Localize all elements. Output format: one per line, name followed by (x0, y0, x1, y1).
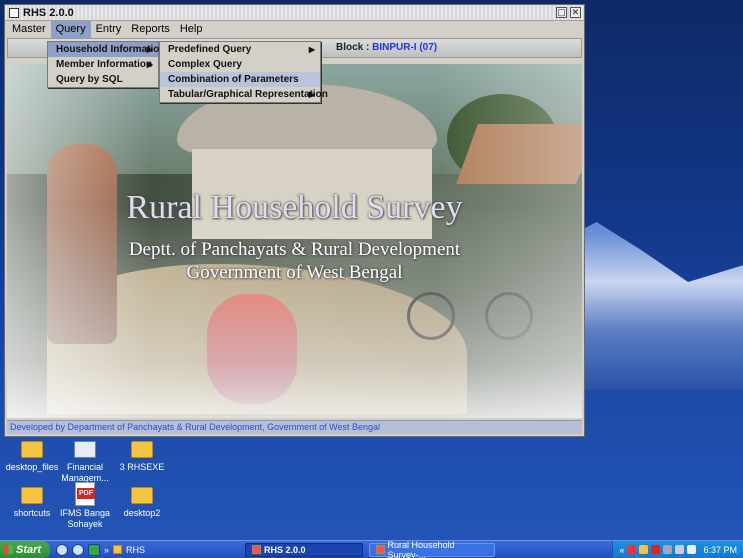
menu-item-label: Combination of Parameters (168, 74, 299, 85)
task-label: Rural Household Survey-... (387, 539, 455, 558)
desktop-icon-3-rhsexe[interactable]: 3 RHSEXE (112, 441, 172, 473)
desktop-icon-desktop2[interactable]: desktop2 (112, 487, 172, 519)
menu-item-label: Query by SQL (56, 74, 123, 85)
tray-icon[interactable] (639, 545, 649, 554)
quick-launch: » RHS (56, 543, 145, 556)
title-bar[interactable]: RHS 2.0.0 ▢ ✕ (5, 5, 584, 21)
menu-reports[interactable]: Reports (126, 21, 175, 38)
task-label: RHS 2.0.0 (264, 544, 306, 555)
menu-item-label: Predefined Query (168, 44, 252, 55)
submenu-arrow-icon: ▶ (146, 60, 153, 69)
volume-icon[interactable] (687, 545, 697, 554)
menu-item-label: Tabular/Graphical Representation (168, 89, 328, 100)
splash-dept: Deptt. of Panchayats & Rural Development (128, 239, 461, 260)
tray-icon[interactable] (663, 545, 673, 554)
splash-image: Rural Household Survey Deptt. of Panchay… (7, 64, 582, 418)
menu-item-complex-query[interactable]: Complex Query (160, 57, 320, 72)
network-icon[interactable] (675, 545, 685, 554)
menu-query[interactable]: Query (50, 21, 91, 38)
block-info: Block : BINPUR-I (07) (336, 42, 437, 53)
menu-item-predefined-query[interactable]: Predefined Query ▶ (160, 42, 320, 57)
menu-item-member-information[interactable]: Member Information ▶ (48, 57, 158, 72)
folder-icon (21, 487, 43, 504)
desktop-icon-label: shortcuts (13, 508, 51, 518)
tray-icon[interactable] (627, 545, 637, 554)
desktop-icon-label: 3 RHSEXE (119, 462, 165, 472)
desktop-icon-ifms-banga-sohayek[interactable]: IFMS Banga Sohayek (55, 482, 115, 530)
system-tray: « 6:37 PM (612, 540, 743, 558)
java-icon (252, 545, 262, 554)
menu-item-household-information[interactable]: Household Information ▶ (48, 42, 165, 57)
desktop-icon-label: desktop_files (5, 462, 59, 472)
submenu-arrow-icon: ▶ (308, 45, 315, 54)
chevron-right-icon[interactable]: » (104, 545, 109, 555)
desktop-icon-shortcuts[interactable]: shortcuts (2, 487, 62, 519)
window-title: RHS 2.0.0 (23, 6, 74, 19)
clock[interactable]: 6:37 PM (703, 545, 737, 555)
desktop-icon-label: IFMS Banga Sohayek (59, 508, 111, 529)
desktop-icon-label: Financial Managem... (61, 462, 109, 483)
close-icon[interactable]: ✕ (570, 7, 581, 18)
ie-icon[interactable] (56, 543, 68, 556)
menu-help[interactable]: Help (175, 21, 208, 38)
submenu-arrow-icon: ▶ (146, 45, 153, 54)
menu-item-combination-of-parameters[interactable]: Combination of Parameters (160, 72, 320, 87)
windows-flag-icon (4, 545, 13, 554)
menu-bar: Master Query Entry Reports Help (5, 21, 584, 38)
quicklaunch-folder-label[interactable]: RHS (126, 545, 145, 555)
taskbar-item-rural-household-survey[interactable]: Rural Household Survey-... (369, 539, 496, 558)
folder-icon (131, 441, 153, 458)
menu-item-tabular-graphical[interactable]: Tabular/Graphical Representation ▶ (160, 87, 328, 102)
status-text: Developed by Department of Panchayats & … (10, 422, 381, 432)
folder-icon (21, 441, 43, 458)
tray-icon[interactable] (651, 545, 661, 554)
start-label: Start (16, 543, 42, 556)
menu-master[interactable]: Master (7, 21, 51, 38)
menu-item-query-by-sql[interactable]: Query by SQL (48, 72, 158, 87)
java-icon (376, 545, 385, 554)
start-button[interactable]: Start (0, 540, 50, 558)
block-value: BINPUR-I (07) (372, 42, 438, 53)
query-menu-dropdown: Household Information ▶ Member Informati… (47, 41, 165, 88)
splash-title: Rural Household Survey (126, 189, 463, 226)
household-submenu: Predefined Query ▶ Complex Query Combina… (159, 41, 328, 103)
taskbar-item-rhs[interactable]: RHS 2.0.0 (245, 542, 364, 557)
desktop-icon-desktop-files[interactable]: desktop_files (2, 441, 62, 473)
restore-icon[interactable]: ▢ (556, 7, 567, 18)
submenu-arrow-icon: ▶ (308, 90, 315, 99)
menu-entry[interactable]: Entry (91, 21, 127, 38)
pdf-icon (75, 482, 95, 506)
status-bar: Developed by Department of Panchayats & … (7, 420, 582, 434)
chevron-left-icon[interactable]: « (619, 545, 624, 555)
splash-govt: Government of West Bengal (186, 262, 403, 283)
desktop-icon-label: desktop2 (123, 508, 161, 518)
folder-icon (113, 545, 123, 554)
window-icon (9, 7, 19, 18)
desktop-wallpaper-mountain (560, 222, 743, 390)
app-icon[interactable] (88, 543, 100, 556)
media-icon[interactable] (72, 543, 84, 556)
desktop-icon-financial-management[interactable]: Financial Managem... (55, 441, 115, 484)
app-icon (74, 441, 96, 458)
menu-item-label: Complex Query (168, 59, 242, 70)
taskbar: Start » RHS RHS 2.0.0 Rural Household Su… (0, 540, 743, 558)
folder-icon (131, 487, 153, 504)
menu-item-label: Member Information (56, 59, 153, 70)
block-label: Block : (336, 42, 370, 53)
